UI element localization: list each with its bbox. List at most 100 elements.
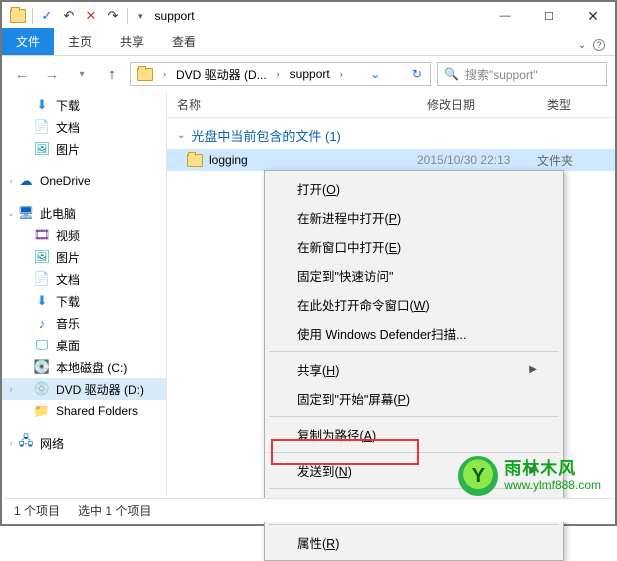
window-title: support xyxy=(155,9,195,23)
status-bar: 1 个项目 选中 1 个项目 xyxy=(4,498,613,522)
refresh-icon[interactable]: ↻ xyxy=(404,67,430,81)
watermark-name: 雨林木风 xyxy=(504,460,601,479)
folder-icon xyxy=(10,9,26,23)
file-date: 2015/10/30 22:13 xyxy=(417,153,537,167)
tab-share[interactable]: 共享 xyxy=(106,28,158,55)
chevron-down-icon[interactable]: ⌄ xyxy=(177,130,185,141)
breadcrumb-segment[interactable]: DVD 驱动器 (D... xyxy=(170,63,273,85)
nav-videos[interactable]: 🎞视频 xyxy=(2,224,166,246)
nav-forward-button: → xyxy=(40,62,64,86)
cm-share[interactable]: 共享(H)▶ xyxy=(267,355,561,384)
chevron-right-icon[interactable]: › xyxy=(6,176,16,186)
quick-access-toolbar: ✓ ↶ ✕ ↷ ▾ xyxy=(2,8,147,24)
chevron-right-icon[interactable]: › xyxy=(6,384,16,394)
cm-pin-start[interactable]: 固定到"开始"屏幕(P) xyxy=(267,384,561,413)
redo-icon[interactable]: ↷ xyxy=(105,8,121,24)
tab-view[interactable]: 查看 xyxy=(158,28,210,55)
title-bar: ✓ ↶ ✕ ↷ ▾ support — ☐ ✕ xyxy=(2,2,615,30)
cloud-icon: ☁ xyxy=(18,173,34,189)
cm-open-new-window[interactable]: 在新窗口中打开(E) xyxy=(267,232,561,261)
chevron-down-icon[interactable]: ⌄ xyxy=(6,208,16,219)
address-row: ← → ▾ ↑ › DVD 驱动器 (D... › support › ⌄ ↻ … xyxy=(2,56,615,92)
dvd-icon: 💿 xyxy=(34,381,50,397)
folder-icon xyxy=(187,154,203,167)
minimize-button[interactable]: — xyxy=(483,2,527,30)
separator xyxy=(127,8,128,24)
breadcrumb-segment[interactable]: support xyxy=(284,63,336,85)
nav-recent-dropdown[interactable]: ▾ xyxy=(70,62,94,86)
cm-open[interactable]: 打开(O) xyxy=(267,174,561,203)
close-button[interactable]: ✕ xyxy=(571,2,615,30)
chevron-right-icon: ▶ xyxy=(529,364,537,375)
navigation-pane: ⬇下载 📄文档 🖼图片 ›☁OneDrive ⌄🖥此电脑 🎞视频 🖼图片 📄文档… xyxy=(2,92,167,496)
tab-home[interactable]: 主页 xyxy=(54,28,106,55)
chevron-right-icon[interactable]: › xyxy=(159,69,170,79)
nav-shared[interactable]: 📁Shared Folders xyxy=(2,400,166,422)
cm-properties[interactable]: 属性(R) xyxy=(267,528,561,557)
pc-icon: 🖥 xyxy=(18,205,34,221)
cm-pin-quick-access[interactable]: 固定到"快速访问" xyxy=(267,261,561,290)
chevron-right-icon[interactable]: › xyxy=(6,438,16,448)
status-item-count: 1 个项目 xyxy=(14,502,60,519)
search-input[interactable]: 🔍 搜索"support" xyxy=(437,62,607,86)
highlight-box xyxy=(271,439,419,465)
document-icon: 📄 xyxy=(34,119,50,135)
chevron-right-icon[interactable]: › xyxy=(273,69,284,79)
nav-pictures[interactable]: 🖼图片 xyxy=(2,138,166,160)
maximize-button[interactable]: ☐ xyxy=(527,2,571,30)
separator xyxy=(32,8,33,24)
ribbon-expand-icon[interactable]: ⌄ ? xyxy=(568,35,615,55)
video-icon: 🎞 xyxy=(34,227,50,243)
watermark-logo: Y xyxy=(458,456,498,496)
nav-thispc[interactable]: ⌄🖥此电脑 xyxy=(2,202,166,224)
address-dropdown-icon[interactable]: ⌄ xyxy=(362,67,388,81)
picture-icon: 🖼 xyxy=(34,249,50,265)
nav-dvd[interactable]: ›💿DVD 驱动器 (D:) xyxy=(2,378,166,400)
nav-network[interactable]: ›🖧网络 xyxy=(2,432,166,454)
checkmark-icon[interactable]: ✓ xyxy=(39,8,55,24)
nav-up-button[interactable]: ↑ xyxy=(100,62,124,86)
address-bar[interactable]: › DVD 驱动器 (D... › support › ⌄ ↻ xyxy=(130,62,431,86)
cm-defender-scan[interactable]: 使用 Windows Defender扫描... xyxy=(267,319,561,348)
disk-icon: 💽 xyxy=(34,359,50,375)
menu-separator xyxy=(269,416,559,417)
qa-dropdown-icon[interactable]: ▾ xyxy=(134,11,147,22)
chevron-right-icon[interactable]: › xyxy=(336,69,347,79)
status-selected-count: 选中 1 个项目 xyxy=(78,502,151,519)
file-type: 文件夹 xyxy=(537,152,573,169)
menu-separator xyxy=(269,524,559,525)
column-headers: 名称 修改日期 类型 xyxy=(167,92,615,118)
download-icon: ⬇ xyxy=(34,293,50,309)
picture-icon: 🖼 xyxy=(34,141,50,157)
file-row[interactable]: logging 2015/10/30 22:13 文件夹 xyxy=(167,149,615,171)
undo-icon[interactable]: ↶ xyxy=(61,8,77,24)
watermark: Y 雨林木风 www.ylmf888.com xyxy=(458,456,601,496)
nav-downloads2[interactable]: ⬇下载 xyxy=(2,290,166,312)
window-controls: — ☐ ✕ xyxy=(483,2,615,30)
nav-documents[interactable]: 📄文档 xyxy=(2,116,166,138)
nav-documents2[interactable]: 📄文档 xyxy=(2,268,166,290)
search-icon: 🔍 xyxy=(444,67,459,81)
delete-icon[interactable]: ✕ xyxy=(83,8,99,24)
desktop-icon: 🖵 xyxy=(34,337,50,353)
nav-localdisk[interactable]: 💽本地磁盘 (C:) xyxy=(2,356,166,378)
tab-file[interactable]: 文件 xyxy=(2,28,54,55)
cm-open-cmd-here[interactable]: 在此处打开命令窗口(W) xyxy=(267,290,561,319)
group-header[interactable]: ⌄ 光盘中当前包含的文件 (1) xyxy=(167,118,615,149)
nav-pictures2[interactable]: 🖼图片 xyxy=(2,246,166,268)
search-placeholder: 搜索"support" xyxy=(465,66,538,83)
nav-onedrive[interactable]: ›☁OneDrive xyxy=(2,170,166,192)
music-icon: ♪ xyxy=(34,315,50,331)
nav-desktop[interactable]: 🖵桌面 xyxy=(2,334,166,356)
column-type[interactable]: 类型 xyxy=(537,96,615,113)
column-name[interactable]: 名称 xyxy=(167,96,417,113)
cm-open-new-process[interactable]: 在新进程中打开(P) xyxy=(267,203,561,232)
menu-separator xyxy=(269,351,559,352)
folder-icon xyxy=(137,68,153,81)
ribbon-tabs: 文件 主页 共享 查看 ⌄ ? xyxy=(2,30,615,56)
nav-back-button[interactable]: ← xyxy=(10,62,34,86)
column-date[interactable]: 修改日期 xyxy=(417,96,537,113)
nav-downloads[interactable]: ⬇下载 xyxy=(2,94,166,116)
nav-music[interactable]: ♪音乐 xyxy=(2,312,166,334)
watermark-url: www.ylmf888.com xyxy=(504,479,601,492)
